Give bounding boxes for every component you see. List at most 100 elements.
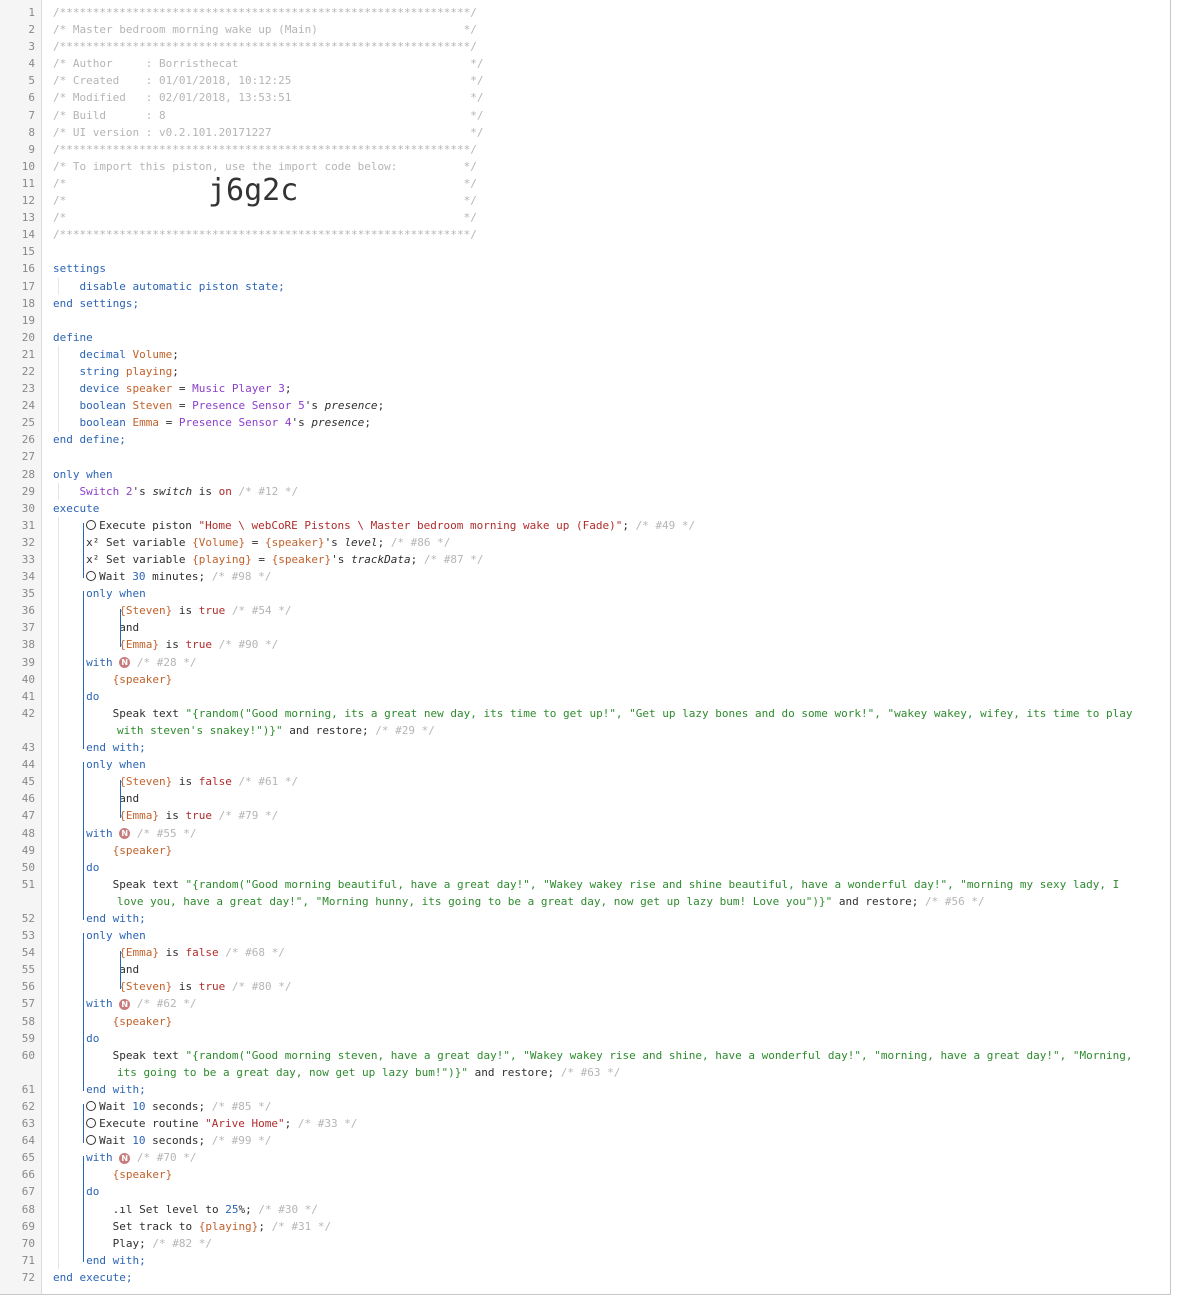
code-line[interactable]: 56 {Steven} is true /* #80 */ [0,978,1170,995]
code-line[interactable]: 17 disable automatic piston state; [0,278,1170,295]
code-line[interactable]: 51 Speak text "{random("Good morning bea… [0,876,1170,910]
indent-guide [58,277,59,295]
token: {Steven} [119,604,173,618]
code-line[interactable]: 63 Execute routine "Arive Home"; /* #33 … [0,1115,1170,1132]
token: /* #56 */ [924,894,985,908]
code-line[interactable]: 23 device speaker = Music Player 3; [0,380,1170,397]
code-line[interactable]: 66 {speaker} [0,1166,1170,1183]
indent-guide [58,517,59,1270]
code-line[interactable]: 61 end with; [0,1081,1170,1098]
token: /* Build : 8 */ [53,108,484,122]
code-line[interactable]: 43 end with; [0,739,1170,756]
code-line[interactable]: 9 /**************************************… [0,141,1170,158]
code-text: /* UI version : v0.2.101.20171227 */ [53,124,483,141]
code-line[interactable]: 29 Switch 2's switch is on /* #12 */ [0,483,1170,500]
code-line[interactable]: 54 {Emma} is false /* #68 */ [0,944,1170,961]
code-text: {speaker} [53,842,173,859]
code-line[interactable]: 2 /* Master bedroom morning wake up (Main… [0,21,1170,38]
code-line[interactable]: 10 /* To import this piston, use the impo… [0,158,1170,175]
line-number: 31 [21,518,35,532]
code-text: do [53,1030,99,1047]
code-line[interactable]: 4 /* Author : Borristhecat */ [0,55,1170,72]
code-line[interactable]: 32 x² Set variable {Volume} = {speaker}'… [0,534,1170,551]
code-line[interactable]: 35 only when [0,585,1170,602]
code-line[interactable]: 46 and [0,790,1170,807]
code-line[interactable]: 22 string playing; [0,363,1170,380]
device-badge-icon: N [119,657,131,669]
code-line[interactable]: 58 {speaker} [0,1013,1170,1030]
code-line[interactable]: 12 /* */j6g2c [0,175,1170,209]
code-text: with N /* #28 */ [53,654,196,671]
code-line[interactable]: 72 end execute; [0,1269,1170,1286]
code-line[interactable]: 55 and [0,961,1170,978]
code-line[interactable]: 53 only when [0,927,1170,944]
block-bracket [120,779,121,818]
code-line[interactable]: 47 {Emma} is true /* #79 */ [0,807,1170,824]
code-line[interactable]: 8 /* UI version : v0.2.101.20171227 */ [0,124,1170,141]
code-line[interactable]: 21 decimal Volume; [0,346,1170,363]
code-line[interactable]: 31 Execute piston "Home \ webCoRE Piston… [0,517,1170,534]
code-line[interactable]: 64 Wait 10 seconds; /* #99 */ [0,1132,1170,1149]
code-line[interactable]: 18 end settings; [0,295,1170,312]
code-line[interactable]: 48 with N /* #55 */ [0,825,1170,842]
code-line[interactable]: 65 with N /* #70 */ [0,1149,1170,1166]
code-line[interactable]: 39 with N /* #28 */ [0,654,1170,671]
code-line[interactable]: 30 execute [0,500,1170,517]
token: ; [284,1117,292,1131]
code-line[interactable]: 3 /**************************************… [0,38,1170,55]
code-line[interactable]: 25 boolean Emma = Presence Sensor 4's pr… [0,414,1170,431]
code-line[interactable]: 41 do [0,688,1170,705]
code-line[interactable]: 14 /*************************************… [0,226,1170,243]
code-line[interactable]: 40 {speaker} [0,671,1170,688]
code-line[interactable]: 52 end with; [0,910,1170,927]
code-line[interactable]: 44 only when [0,756,1170,773]
token: ; [377,535,385,549]
code-line[interactable]: 45 {Steven} is false /* #61 */ [0,773,1170,790]
code-text: define [53,329,93,346]
code-line[interactable]: 71 end with; [0,1252,1170,1269]
code-line[interactable]: 62 Wait 10 seconds; /* #85 */ [0,1098,1170,1115]
block-bracket [83,933,84,1092]
code-line[interactable]: 11/* */ [0,175,1170,192]
code-line[interactable]: 16 settings [0,260,1170,277]
code-line[interactable]: 5 /* Created : 01/01/2018, 10:12:25 */ [0,72,1170,89]
code-line[interactable]: 19 [0,312,1170,329]
line-number: 28 [21,467,35,481]
token: %; [238,1202,252,1216]
code-line[interactable]: 60 Speak text "{random("Good morning ste… [0,1047,1170,1081]
code-line[interactable]: 27 [0,448,1170,465]
code-line[interactable]: 28 only when [0,466,1170,483]
line-number: 71 [21,1253,35,1267]
import-code[interactable]: j6g2c [208,175,298,205]
code-line[interactable]: 69 Set track to {playing}; /* #31 */ [0,1218,1170,1235]
code-line[interactable]: 70 Play; /* #82 */ [0,1235,1170,1252]
code-line[interactable]: 1 /**************************************… [0,4,1170,21]
code-text: x² Set variable {Volume} = {speaker}'s l… [53,534,450,551]
token: with [86,826,113,840]
code-line[interactable]: 20 define [0,329,1170,346]
code-line[interactable]: 26 end define; [0,431,1170,448]
token: 30 [132,570,146,584]
code-text: /***************************************… [53,141,477,158]
code-line[interactable]: 67 do [0,1183,1170,1200]
code-line[interactable]: 57 with N /* #62 */ [0,995,1170,1012]
code-line[interactable]: 38 {Emma} is true /* #90 */ [0,636,1170,653]
code-line[interactable]: 59 do [0,1030,1170,1047]
code-line[interactable]: 36 {Steven} is true /* #54 */ [0,602,1170,619]
code-line[interactable]: 7 /* Build : 8 */ [0,107,1170,124]
code-line[interactable]: 68 .ıl Set level to 25%; /* #30 */ [0,1201,1170,1218]
code-line[interactable]: 33 x² Set variable {playing} = {speaker}… [0,551,1170,568]
code-text: end define; [53,431,126,448]
code-line[interactable]: 50 do [0,859,1170,876]
code-text: /* Created : 01/01/2018, 10:12:25 */ [53,72,483,89]
code-line[interactable]: 49 {speaker} [0,842,1170,859]
code-line[interactable]: 34 Wait 30 minutes; /* #98 */ [0,568,1170,585]
code-line[interactable]: 37 and [0,619,1170,636]
code-line[interactable]: 15 [0,243,1170,260]
code-line[interactable]: 13 /* */ [0,209,1170,226]
code-text: do [53,1183,99,1200]
token: false [185,946,219,960]
code-line[interactable]: 6 /* Modified : 02/01/2018, 13:53:51 */ [0,89,1170,106]
code-line[interactable]: 24 boolean Steven = Presence Sensor 5's … [0,397,1170,414]
code-line[interactable]: 42 Speak text "{random("Good morning, it… [0,705,1170,739]
